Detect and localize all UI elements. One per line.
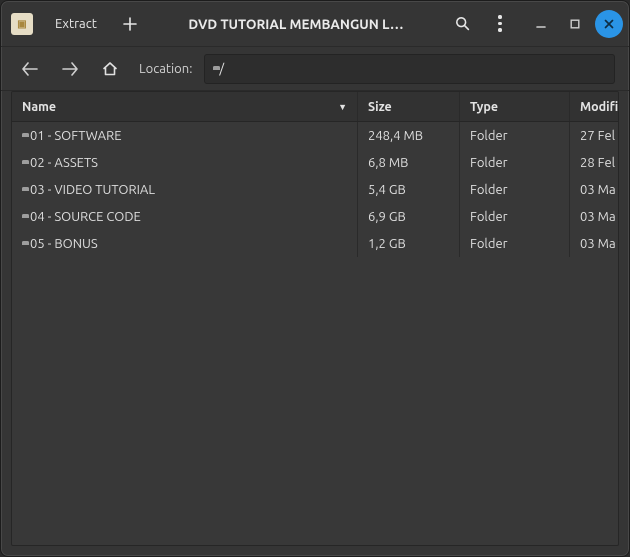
cell-type: Folder [460,122,570,149]
table-row[interactable]: 01 - SOFTWARE 248,4 MB Folder 27 Fel [12,122,618,149]
home-icon [102,61,118,76]
search-icon [455,16,470,31]
column-headers: Name ▼ Size Type Modified [12,92,618,122]
cell-modified: 03 Ma [570,203,618,230]
cell-type: Folder [460,203,570,230]
cell-name-text: 01 - SOFTWARE [30,129,122,143]
cell-size: 5,4 GB [358,176,460,203]
cell-type-text: Folder [470,210,508,224]
arrow-left-icon [22,62,38,76]
file-list-body[interactable]: 01 - SOFTWARE 248,4 MB Folder 27 Fel 02 - AS… [12,122,618,545]
maximize-icon [570,19,580,29]
table-row[interactable]: 04 - SOURCE CODE 6,9 GB Folder 03 Ma [12,203,618,230]
cell-type-text: Folder [470,156,508,170]
extract-button-label: Extract [55,17,97,31]
cell-size: 248,4 MB [358,122,460,149]
search-button[interactable] [445,8,479,40]
cell-size-text: 6,9 GB [368,210,406,224]
column-header-type-label: Type [470,100,498,114]
window-title: DVD TUTORIAL MEMBANGUN L… [188,16,403,32]
column-header-size[interactable]: Size [358,92,460,121]
cell-type: Folder [460,230,570,257]
column-header-modified-label: Modified [580,100,618,114]
archive-manager-window: ▣ Extract DVD TUTORIAL MEMBANGUN L… [0,0,630,557]
column-header-name[interactable]: Name ▼ [12,92,358,121]
archive-app-icon: ▣ [11,13,33,35]
cell-modified-text: 03 Ma [580,210,616,224]
cell-name-text: 05 - BONUS [30,237,98,251]
location-entry[interactable] [204,54,615,84]
cell-name: 02 - ASSETS [12,149,358,176]
cell-modified: 28 Fel [570,149,618,176]
back-button[interactable] [15,54,45,84]
plus-icon [123,17,137,31]
cell-name-text: 03 - VIDEO TUTORIAL [30,183,155,197]
cell-modified-text: 03 Ma [580,183,616,197]
cell-type-text: Folder [470,237,508,251]
cell-modified: 03 Ma [570,176,618,203]
cell-modified-text: 27 Fel [580,129,615,143]
arrow-right-icon [62,62,78,76]
cell-name: 05 - BONUS [12,230,358,257]
cell-size: 6,8 MB [358,149,460,176]
headerbar: ▣ Extract DVD TUTORIAL MEMBANGUN L… [1,1,629,47]
cell-size-text: 6,8 MB [368,156,408,170]
forward-button[interactable] [55,54,85,84]
kebab-menu-icon [498,15,502,32]
location-input[interactable] [219,62,606,76]
cell-name-text: 04 - SOURCE CODE [30,210,141,224]
extract-button[interactable]: Extract [43,8,109,40]
maximize-button[interactable] [561,10,589,38]
close-button[interactable] [595,10,623,38]
column-header-name-label: Name [22,100,56,114]
minimize-button[interactable] [527,10,555,38]
cell-size: 6,9 GB [358,203,460,230]
cell-name: 04 - SOURCE CODE [12,203,358,230]
cell-type-text: Folder [470,129,508,143]
menu-button[interactable] [483,8,517,40]
location-bar: Location: [1,47,629,91]
table-row[interactable]: 05 - BONUS 1,2 GB Folder 03 Ma [12,230,618,257]
file-list: Name ▼ Size Type Modified 01 - SOFTWARE 2… [11,91,619,546]
add-files-button[interactable] [113,8,147,40]
cell-modified: 27 Fel [570,122,618,149]
sort-descending-icon: ▼ [338,102,347,112]
cell-type-text: Folder [470,183,508,197]
cell-size-text: 248,4 MB [368,129,423,143]
minimize-icon [536,19,546,29]
home-button[interactable] [95,54,125,84]
cell-type: Folder [460,176,570,203]
cell-size: 1,2 GB [358,230,460,257]
cell-name: 03 - VIDEO TUTORIAL [12,176,358,203]
cell-size-text: 5,4 GB [368,183,406,197]
cell-name-text: 02 - ASSETS [30,156,98,170]
column-header-type[interactable]: Type [460,92,570,121]
location-label: Location: [139,62,192,76]
column-header-modified[interactable]: Modified [570,92,618,121]
window-controls [527,10,623,38]
window-title-area: DVD TUTORIAL MEMBANGUN L… [151,16,441,32]
cell-modified-text: 28 Fel [580,156,615,170]
close-icon [604,19,614,29]
table-row[interactable]: 02 - ASSETS 6,8 MB Folder 28 Fel [12,149,618,176]
cell-modified: 03 Ma [570,230,618,257]
cell-modified-text: 03 Ma [580,237,616,251]
column-header-size-label: Size [368,100,392,114]
table-row[interactable]: 03 - VIDEO TUTORIAL 5,4 GB Folder 03 Ma [12,176,618,203]
cell-name: 01 - SOFTWARE [12,122,358,149]
cell-type: Folder [460,149,570,176]
cell-size-text: 1,2 GB [368,237,406,251]
